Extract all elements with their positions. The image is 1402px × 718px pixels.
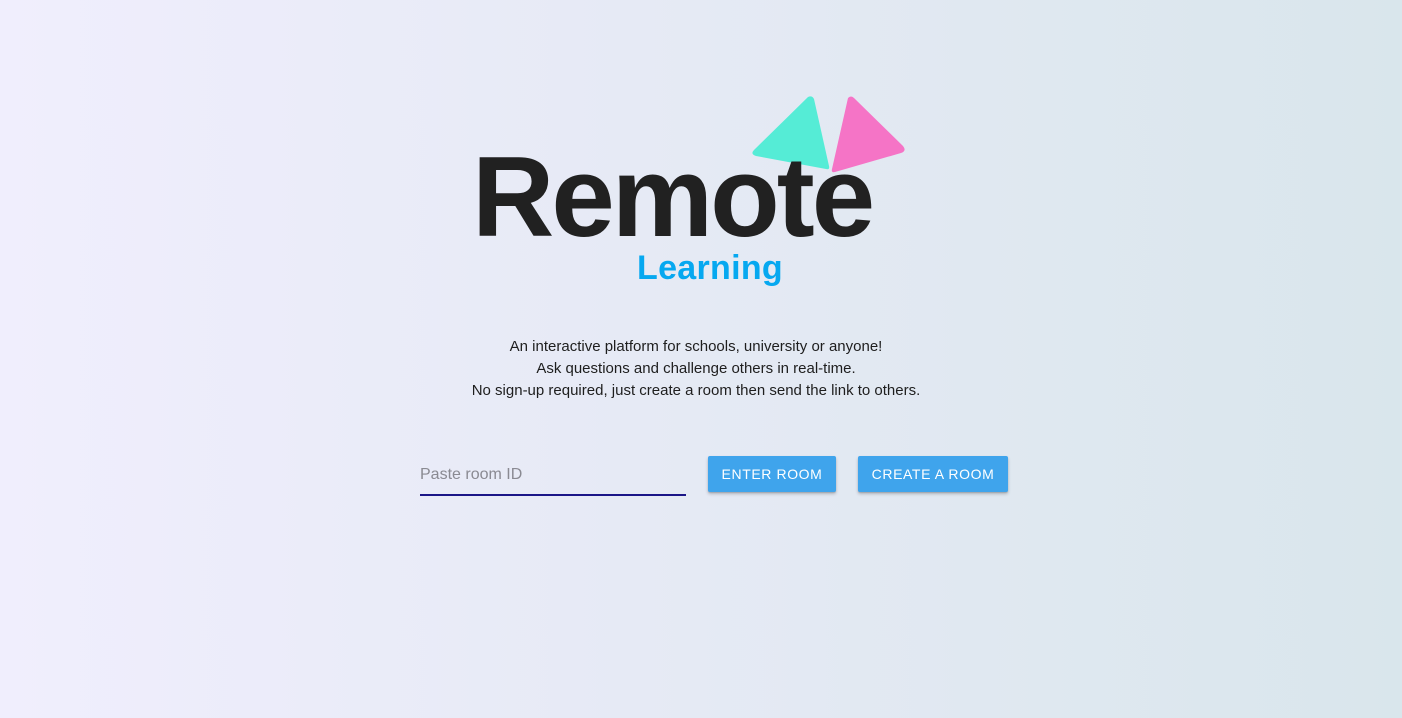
tagline: An interactive platform for schools, uni…: [0, 336, 1402, 402]
app-logo: Remote Learning: [460, 90, 940, 300]
tagline-line-3: No sign-up required, just create a room …: [471, 382, 921, 399]
create-room-button[interactable]: Create a Room: [858, 456, 1008, 492]
tagline-line-1: An interactive platform for schools, uni…: [509, 338, 883, 355]
logo-subtitle: Learning: [460, 248, 940, 288]
room-id-input[interactable]: [420, 456, 686, 496]
tagline-line-2: Ask questions and challenge others in re…: [536, 360, 856, 377]
logo-subtitle-text: Learning: [637, 249, 783, 287]
logo-wordmark: Remote: [472, 134, 875, 261]
enter-room-button[interactable]: Enter Room: [708, 456, 836, 492]
